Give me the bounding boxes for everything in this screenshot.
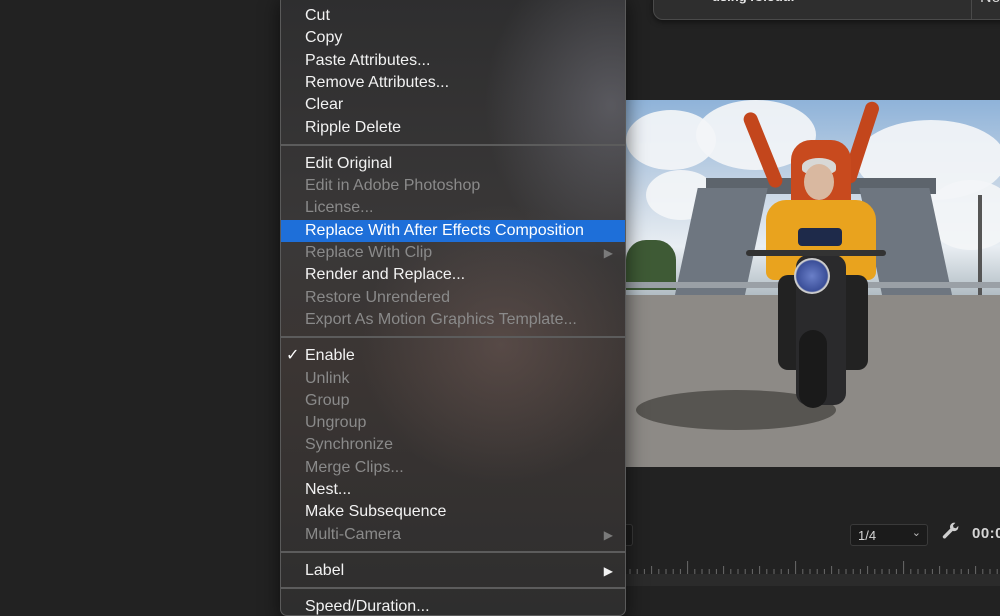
menu-item-label: Remove Attributes... <box>305 73 450 91</box>
menu-item-nest[interactable]: Nest... <box>281 479 625 501</box>
headlight <box>794 258 830 294</box>
menu-item-ungroup: Ungroup <box>281 412 625 434</box>
shirt-logo <box>798 228 842 246</box>
menu-separator <box>281 143 625 146</box>
menu-item-label: Edit in Adobe Photoshop <box>305 177 481 195</box>
notification-no-button[interactable]: No <box>980 0 1000 7</box>
menu-item-enable[interactable]: ✓ Enable <box>281 345 625 367</box>
menu-item-label: Nest... <box>305 481 352 498</box>
menu-item-remove-attributes[interactable]: Remove Attributes... <box>281 72 625 94</box>
menu-item-label: Make Subsequence <box>305 503 447 521</box>
lamp-pole <box>978 195 982 295</box>
menu-item-replace-with-after-effects-composition[interactable]: Replace With After Effects Composition <box>281 219 625 242</box>
submenu-arrow-icon: ▶ <box>603 563 613 578</box>
menu-item-restore-unrendered: Restore Unrendered <box>281 287 625 309</box>
time-ruler[interactable] <box>626 555 1000 575</box>
menu-item-label: Render and Replace... <box>305 266 466 284</box>
menu-item-paste-attributes[interactable]: Paste Attributes... <box>281 50 625 72</box>
menu-item-copy[interactable]: Copy <box>281 27 625 49</box>
menu-item-edit-original[interactable]: Edit Original <box>281 153 625 175</box>
menu-item-label: Label <box>305 561 345 579</box>
time-ruler-track[interactable] <box>626 574 1000 586</box>
menu-item-edit-in-adobe-photoshop: Edit in Adobe Photoshop <box>281 175 625 197</box>
menu-item-unlink: Unlink <box>281 368 625 390</box>
menu-item-label: Clear <box>305 96 344 114</box>
menu-item-label: Merge Clips... <box>305 458 404 476</box>
menu-item-label: Enable <box>305 347 355 365</box>
menu-item-label: License... <box>305 199 374 217</box>
menu-item-multi-camera: Multi-Camera ▶ <box>281 524 625 546</box>
playhead-timecode[interactable]: 00:0 <box>972 525 1000 542</box>
menu-item-label: Paste Attributes... <box>305 51 431 69</box>
menu-item-export-as-motion-graphics-template: Export As Motion Graphics Template... <box>281 309 625 331</box>
menu-item-label: Speed/Duration... <box>305 598 430 616</box>
menu-item-license: License... <box>281 197 625 219</box>
menu-item-label: Copy <box>305 29 343 47</box>
chevron-down-icon: ⌄ <box>911 527 921 539</box>
menu-item-label: Cut <box>305 7 330 24</box>
menu-item-clear[interactable]: Clear <box>281 94 625 116</box>
notification-divider <box>971 0 972 19</box>
notification-text: using iCloud. <box>712 0 794 4</box>
menu-item-label: Replace With Clip <box>305 244 433 261</box>
menu-item-label: Unlink <box>305 369 350 387</box>
program-monitor-preview <box>626 100 1000 467</box>
menu-item-replace-with-clip: Replace With Clip ▶ <box>281 242 625 264</box>
menu-item-label: Synchronize <box>305 436 394 454</box>
checkmark-icon: ✓ <box>286 347 300 365</box>
wrench-icon[interactable] <box>940 522 962 544</box>
menu-item-speed-duration[interactable]: Speed/Duration... <box>281 596 625 616</box>
menu-item-label[interactable]: Label ▶ <box>281 560 625 582</box>
menu-item-label: Replace With After Effects Composition <box>305 221 584 239</box>
menu-separator <box>281 587 625 590</box>
menu-item-label: Group <box>305 391 350 409</box>
menu-item-label: Restore Unrendered <box>305 288 450 306</box>
menu-item-synchronize: Synchronize <box>281 434 625 456</box>
front-wheel <box>799 330 827 408</box>
menu-item-label: Edit Original <box>305 154 393 172</box>
menu-separator <box>281 336 625 339</box>
menu-item-label: Ripple Delete <box>305 118 402 136</box>
menu-separator <box>281 550 625 553</box>
clip-context-menu: Cut Copy Paste Attributes... Remove Attribu… <box>280 0 626 616</box>
menu-item-make-subsequence[interactable]: Make Subsequence <box>281 501 625 523</box>
menu-item-group: Group <box>281 390 625 412</box>
icloud-notification: using iCloud. No <box>653 0 1000 20</box>
menu-item-cut[interactable]: Cut <box>281 5 625 27</box>
menu-item-label: Multi-Camera <box>305 525 402 543</box>
resolution-value: 1/4 <box>858 528 877 543</box>
rider-head <box>804 164 834 200</box>
menu-item-label: Ungroup <box>305 414 367 432</box>
menu-item-label: Export As Motion Graphics Template... <box>305 310 577 328</box>
submenu-arrow-icon: ▶ <box>603 246 613 260</box>
menu-item-render-and-replace[interactable]: Render and Replace... <box>281 264 625 286</box>
menu-item-merge-clips: Merge Clips... <box>281 457 625 479</box>
handlebar <box>746 250 886 256</box>
submenu-arrow-icon: ▶ <box>603 527 613 542</box>
playback-resolution-select[interactable]: 1/4 ⌄ <box>850 524 928 546</box>
menu-item-ripple-delete[interactable]: Ripple Delete <box>281 117 625 139</box>
